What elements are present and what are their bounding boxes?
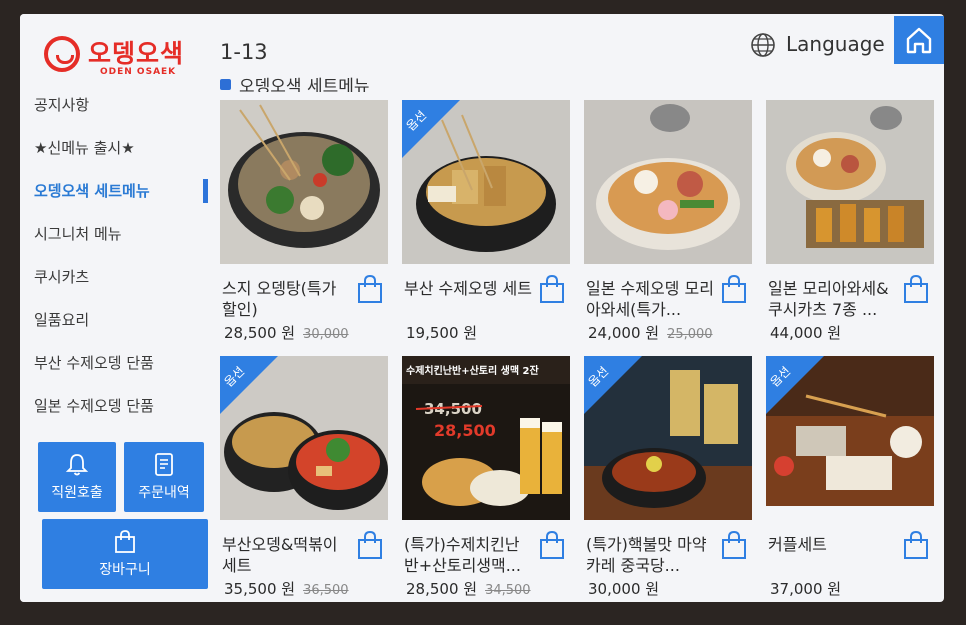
brand-logo-mark bbox=[44, 36, 80, 72]
language-label: Language bbox=[786, 32, 885, 56]
sidebar: 오뎅오색 ODEN OSAEK 공지사항 ★신메뉴 출시★ 오뎅오색 세트메뉴 … bbox=[20, 14, 216, 602]
add-to-cart-icon[interactable] bbox=[720, 529, 748, 561]
cart-label: 장바구니 bbox=[99, 562, 151, 578]
option-ribbon: 옵션 bbox=[766, 356, 824, 414]
product-image: 수제치킨난반+산토리 생맥 2잔 34,500 28,500 bbox=[402, 356, 570, 520]
price-value: 28,500 원 bbox=[224, 324, 296, 342]
product-card[interactable]: 일본 수제오뎅 모리아와세(특가... 24,000 원 25,000 bbox=[584, 100, 752, 343]
product-card[interactable]: 옵션 부산오뎅&떡볶이세트 35,500 원 36,500 bbox=[220, 356, 388, 599]
sidebar-item-notice[interactable]: 공지사항 bbox=[20, 90, 216, 133]
brand-logo: 오뎅오색 ODEN OSAEK bbox=[42, 34, 212, 82]
bell-icon bbox=[65, 454, 89, 476]
add-to-cart-icon[interactable] bbox=[356, 273, 384, 305]
ribbon-label: 옵션 bbox=[221, 364, 248, 390]
globe-icon bbox=[751, 33, 775, 57]
original-price: 36,500 bbox=[303, 583, 349, 598]
price-value: 28,500 원 bbox=[406, 580, 478, 598]
add-to-cart-icon[interactable] bbox=[538, 273, 566, 305]
brand-name: 오뎅오색 bbox=[88, 39, 185, 68]
product-price: 19,500 원 bbox=[406, 322, 477, 343]
home-icon bbox=[906, 27, 932, 54]
section-title: 오뎅오색 세트메뉴 bbox=[220, 72, 370, 92]
ribbon-label: 옵션 bbox=[767, 364, 794, 390]
section-title-text: 오뎅오색 세트메뉴 bbox=[239, 77, 370, 92]
product-price: 28,500 원 30,000 bbox=[224, 322, 349, 343]
product-card[interactable]: 옵션 부산 수제오뎅 세트 19,500 원 bbox=[402, 100, 570, 343]
promo-banner: 수제치킨난반+산토리 생맥 2잔 bbox=[406, 364, 539, 377]
add-to-cart-icon[interactable] bbox=[538, 529, 566, 561]
add-to-cart-icon[interactable] bbox=[720, 273, 748, 305]
kiosk-screen: 오뎅오색 ODEN OSAEK 공지사항 ★신메뉴 출시★ 오뎅오색 세트메뉴 … bbox=[20, 14, 944, 602]
order-history-label: 주문내역 bbox=[138, 485, 190, 501]
staff-call-button[interactable]: 직원호출 bbox=[38, 442, 116, 512]
ribbon-label: 옵션 bbox=[585, 364, 612, 390]
option-ribbon: 옵션 bbox=[584, 356, 642, 414]
product-price: 28,500 원 34,500 bbox=[406, 578, 531, 599]
price-value: 19,500 원 bbox=[406, 324, 478, 342]
product-image bbox=[220, 100, 388, 264]
sidebar-item-signature[interactable]: 시그니처 메뉴 bbox=[20, 219, 216, 262]
option-ribbon: 옵션 bbox=[402, 100, 460, 158]
sidebar-item-new-menu[interactable]: ★신메뉴 출시★ bbox=[20, 133, 216, 176]
sidebar-item-set-menu[interactable]: 오뎅오색 세트메뉴 bbox=[20, 176, 216, 219]
language-button[interactable]: Language bbox=[750, 28, 885, 60]
home-button[interactable] bbox=[894, 16, 944, 64]
product-price: 24,000 원 25,000 bbox=[588, 322, 713, 343]
add-to-cart-icon[interactable] bbox=[902, 273, 930, 305]
category-menu: 공지사항 ★신메뉴 출시★ 오뎅오색 세트메뉴 시그니처 메뉴 쿠시카츠 일품요… bbox=[20, 90, 216, 434]
page-indicator: 1-13 bbox=[220, 40, 268, 64]
price-value: 24,000 원 bbox=[588, 324, 660, 342]
add-to-cart-icon[interactable] bbox=[356, 529, 384, 561]
sidebar-item-japan-oden[interactable]: 일본 수제오뎅 단품 bbox=[20, 391, 216, 434]
add-to-cart-icon[interactable] bbox=[902, 529, 930, 561]
product-name: (특가)수제치킨난반+산토리생맥... bbox=[404, 535, 521, 575]
product-price: 35,500 원 36,500 bbox=[224, 578, 349, 599]
original-price: 30,000 bbox=[303, 327, 349, 342]
ribbon-label: 옵션 bbox=[403, 108, 430, 134]
sidebar-item-single-dish[interactable]: 일품요리 bbox=[20, 305, 216, 348]
sidebar-item-kushikatsu[interactable]: 쿠시카츠 bbox=[20, 262, 216, 305]
product-image bbox=[766, 100, 934, 264]
receipt-icon bbox=[155, 453, 173, 476]
product-name: 스지 오뎅탕(특가할인) bbox=[222, 279, 337, 319]
product-price: 37,000 원 bbox=[770, 578, 841, 599]
price-value: 37,000 원 bbox=[770, 580, 842, 598]
option-ribbon: 옵션 bbox=[220, 356, 278, 414]
product-name: (특가)핵불맛 마약카레 중국당... bbox=[586, 535, 707, 575]
product-card[interactable]: 스지 오뎅탕(특가할인) 28,500 원 30,000 bbox=[220, 100, 388, 343]
section-marker bbox=[220, 79, 231, 90]
product-name: 부산 수제오뎅 세트 bbox=[404, 279, 532, 298]
product-price: 30,000 원 bbox=[588, 578, 659, 599]
product-image bbox=[584, 100, 752, 264]
cart-button[interactable]: 장바구니 bbox=[42, 519, 208, 589]
product-card[interactable]: 옵션 커플세트 37,000 원 bbox=[766, 356, 934, 599]
original-price: 25,000 bbox=[667, 327, 713, 342]
product-name: 커플세트 bbox=[768, 535, 827, 554]
promo-new-price: 28,500 bbox=[434, 421, 496, 440]
product-name: 부산오뎅&떡볶이세트 bbox=[222, 535, 338, 575]
staff-call-label: 직원호출 bbox=[51, 485, 103, 501]
product-card[interactable]: 일본 모리아와세&쿠시카츠 7종 ... 44,000 원 bbox=[766, 100, 934, 343]
original-price: 34,500 bbox=[485, 583, 531, 598]
price-value: 35,500 원 bbox=[224, 580, 296, 598]
price-value: 30,000 원 bbox=[588, 580, 660, 598]
product-name: 일본 수제오뎅 모리아와세(특가... bbox=[586, 279, 714, 319]
order-history-button[interactable]: 주문내역 bbox=[124, 442, 204, 512]
sidebar-item-busan-oden[interactable]: 부산 수제오뎅 단품 bbox=[20, 348, 216, 391]
product-price: 44,000 원 bbox=[770, 322, 841, 343]
product-card[interactable]: 옵션 (특가)핵불맛 마약카레 중국당... 30,000 원 bbox=[584, 356, 752, 599]
brand-subtitle: ODEN OSAEK bbox=[100, 67, 177, 77]
price-value: 44,000 원 bbox=[770, 324, 842, 342]
product-name: 일본 모리아와세&쿠시카츠 7종 ... bbox=[768, 279, 889, 319]
product-card[interactable]: 수제치킨난반+산토리 생맥 2잔 34,500 28,500 (특가)수제치킨난… bbox=[402, 356, 570, 599]
shopping-bag-icon bbox=[115, 530, 135, 553]
